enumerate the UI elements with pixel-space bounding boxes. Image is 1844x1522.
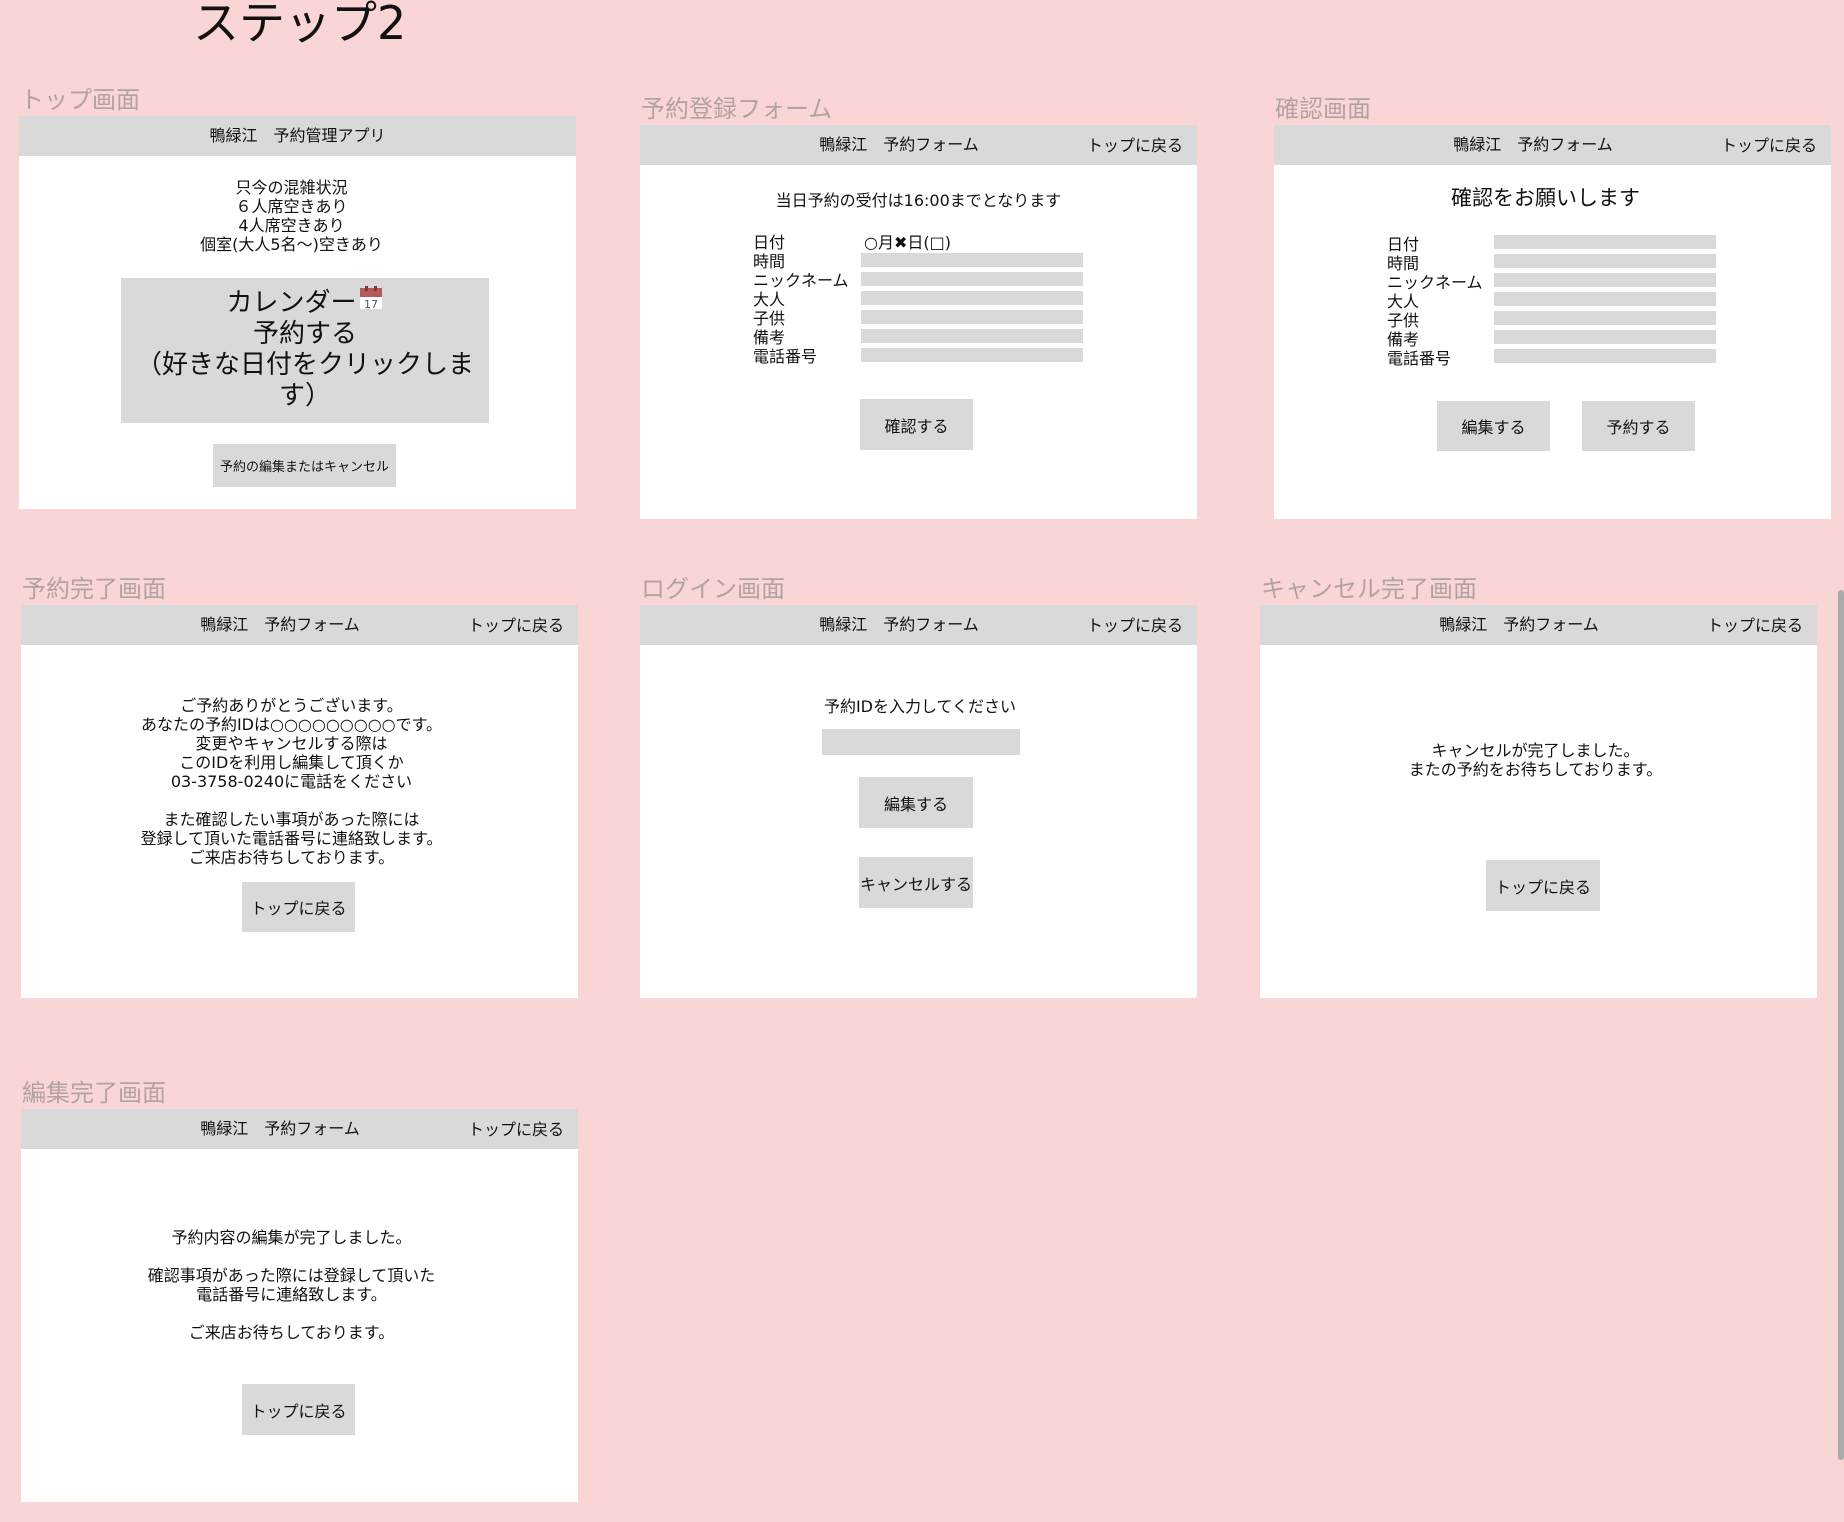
edit-complete-screen-frame: 鴨緑江 予約フォーム トップに戻る 予約内容の編集が完了しました。 確認事項があ… xyxy=(21,1109,578,1502)
edit-or-cancel-button[interactable]: 予約の編集またはキャンセル xyxy=(213,444,396,487)
phone-field[interactable] xyxy=(861,348,1083,362)
login-screen-label: ログイン画面 xyxy=(641,575,785,603)
message-line: このIDを利用し編集して頂くか xyxy=(179,753,404,772)
registration-form-label: 予約登録フォーム xyxy=(641,95,833,123)
login-prompt: 予約IDを入力してください xyxy=(823,697,1017,716)
children-field xyxy=(1494,311,1716,325)
frame-header: 鴨緑江 予約フォーム トップに戻る xyxy=(21,605,578,645)
back-to-top-link[interactable]: トップに戻る xyxy=(1721,125,1817,167)
edit-button[interactable]: 編集する xyxy=(1437,401,1550,451)
field-label-children: 子供 xyxy=(1387,311,1420,330)
top-screen-label: トップ画面 xyxy=(20,86,140,114)
reserve-button[interactable]: 予約する xyxy=(1582,401,1695,451)
frame-header: 鴨緑江 予約フォーム トップに戻る xyxy=(1260,605,1817,645)
reservation-notice: 当日予約の受付は16:00までとなります xyxy=(775,191,1062,210)
edit-button[interactable]: 編集する xyxy=(859,777,973,828)
field-label-children: 子供 xyxy=(753,309,786,328)
app-title: 鴨緑江 予約管理アプリ xyxy=(209,126,386,145)
congestion-status-line: 個室(大人5名〜)空きあり xyxy=(200,235,383,254)
frame-header: 鴨緑江 予約管理アプリ xyxy=(19,116,576,156)
congestion-status-line: 只今の混雑状況 xyxy=(235,178,348,197)
field-label-adults: 大人 xyxy=(1387,292,1420,311)
field-label-adults: 大人 xyxy=(753,290,786,309)
message-line: またの予約をお待ちしております。 xyxy=(1408,760,1663,779)
nickname-field[interactable] xyxy=(861,272,1083,286)
field-label-nickname: ニックネーム xyxy=(753,271,849,290)
calendar-icon: 17 xyxy=(358,286,384,311)
field-label-notes: 備考 xyxy=(753,328,786,347)
message-line: ご予約ありがとうございます。 xyxy=(180,696,403,715)
back-to-top-button[interactable]: トップに戻る xyxy=(1486,860,1600,911)
message-line: また確認したい事項があった際には xyxy=(163,810,420,829)
adults-field xyxy=(1494,292,1716,306)
calendar-icon-number: 17 xyxy=(364,298,378,310)
notes-field xyxy=(1494,330,1716,344)
date-field xyxy=(1494,235,1716,249)
frame-header: 鴨緑江 予約フォーム トップに戻る xyxy=(640,605,1197,645)
complete-screen-label: 予約完了画面 xyxy=(22,575,166,603)
notes-field[interactable] xyxy=(861,329,1083,343)
field-label-nickname: ニックネーム xyxy=(1387,273,1483,292)
calendar-button-line: 予約する xyxy=(252,319,357,349)
complete-screen-frame: 鴨緑江 予約フォーム トップに戻る ご予約ありがとうございます。 あなたの予約I… xyxy=(21,605,578,998)
edit-complete-screen-label: 編集完了画面 xyxy=(22,1079,166,1107)
confirm-button[interactable]: 確認する xyxy=(860,399,973,450)
field-label-phone: 電話番号 xyxy=(1387,349,1452,368)
date-value[interactable]: ○月✖︎日(□) xyxy=(864,233,951,252)
back-to-top-link[interactable]: トップに戻る xyxy=(1707,605,1803,647)
field-label-time: 時間 xyxy=(753,252,786,271)
congestion-status-line: 4人席空きあり xyxy=(238,216,345,235)
field-label-phone: 電話番号 xyxy=(753,347,818,366)
message-line: ご来店お待ちしております。 xyxy=(188,1323,395,1342)
confirm-screen-frame: 鴨緑江 予約フォーム トップに戻る 確認をお願いします 日付 時間 ニックネーム… xyxy=(1274,125,1831,519)
calendar-button-line: （好きな日付をクリックしま xyxy=(135,350,474,380)
time-field xyxy=(1494,254,1716,268)
back-to-top-button[interactable]: トップに戻る xyxy=(242,1384,355,1435)
back-to-top-link[interactable]: トップに戻る xyxy=(1087,125,1183,167)
cancel-complete-screen-label: キャンセル完了画面 xyxy=(1261,575,1477,603)
message-line: 登録して頂いた電話番号に連絡致します。 xyxy=(140,829,443,848)
back-to-top-link[interactable]: トップに戻る xyxy=(468,1109,564,1151)
confirm-heading: 確認をお願いします xyxy=(1451,186,1640,210)
back-to-top-link[interactable]: トップに戻る xyxy=(468,605,564,647)
adults-field[interactable] xyxy=(861,291,1083,305)
message-line: 確認事項があった際には登録して頂いた xyxy=(147,1266,436,1285)
calendar-button-line: カレンダー 17 xyxy=(121,286,489,319)
message-line: 電話番号に連絡致します。 xyxy=(196,1285,387,1304)
back-to-top-link[interactable]: トップに戻る xyxy=(1087,605,1183,647)
confirm-screen-label: 確認画面 xyxy=(1275,95,1371,123)
message-line: ご来店お待ちしております。 xyxy=(188,848,395,867)
message-line: 変更やキャンセルする際は xyxy=(195,734,388,753)
field-label-date: 日付 xyxy=(753,233,786,252)
cancel-reservation-button[interactable]: キャンセルする xyxy=(859,857,973,908)
field-label-time: 時間 xyxy=(1387,254,1420,273)
field-label-date: 日付 xyxy=(1387,235,1420,254)
frame-header: 鴨緑江 予約フォーム トップに戻る xyxy=(1274,125,1831,165)
cancel-complete-screen-frame: 鴨緑江 予約フォーム トップに戻る キャンセルが完了しました。 またの予約をお待… xyxy=(1260,605,1817,998)
reservation-id-input[interactable] xyxy=(822,729,1020,755)
login-screen-frame: 鴨緑江 予約フォーム トップに戻る 予約IDを入力してください 編集する キャン… xyxy=(640,605,1197,998)
message-line: 03-3758-0240に電話をください xyxy=(170,772,413,791)
back-to-top-button[interactable]: トップに戻る xyxy=(242,882,355,932)
top-screen-frame: 鴨緑江 予約管理アプリ 只今の混雑状況 ６人席空きあり 4人席空きあり 個室(大… xyxy=(19,116,576,509)
message-line: あなたの予約IDは○○○○○○○○○です。 xyxy=(140,715,443,734)
children-field[interactable] xyxy=(861,310,1083,324)
time-field[interactable] xyxy=(861,253,1083,267)
frame-header: 鴨緑江 予約フォーム トップに戻る xyxy=(21,1109,578,1149)
message-line: キャンセルが完了しました。 xyxy=(1431,741,1640,760)
nickname-field xyxy=(1494,273,1716,287)
scrollbar[interactable] xyxy=(1838,590,1844,1460)
congestion-status-line: ６人席空きあり xyxy=(235,197,348,216)
page-title: ステップ2 xyxy=(193,0,407,50)
field-label-notes: 備考 xyxy=(1387,330,1420,349)
registration-form-frame: 鴨緑江 予約フォーム トップに戻る 当日予約の受付は16:00までとなります 日… xyxy=(640,125,1197,519)
phone-field xyxy=(1494,349,1716,363)
message-line: 予約内容の編集が完了しました。 xyxy=(171,1228,412,1247)
calendar-reserve-button[interactable]: カレンダー 17 予約する （好きな日付をクリックしま す） xyxy=(121,278,489,423)
calendar-button-line: す） xyxy=(278,381,331,411)
frame-header: 鴨緑江 予約フォーム トップに戻る xyxy=(640,125,1197,165)
